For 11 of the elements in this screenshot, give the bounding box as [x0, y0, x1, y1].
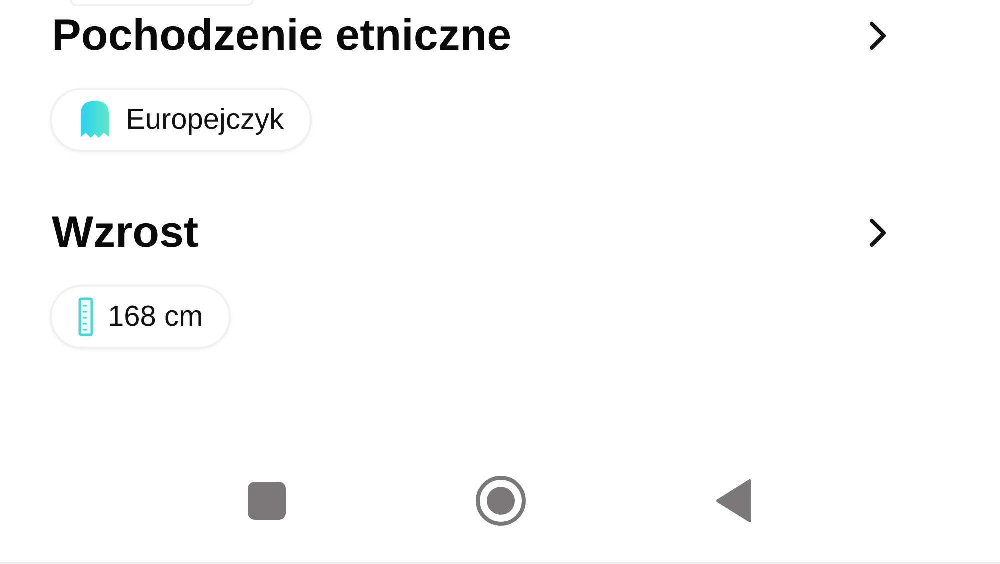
- chip-label: Europejczyk: [126, 104, 284, 136]
- ruler-icon: [78, 297, 94, 337]
- home-icon[interactable]: [475, 475, 527, 527]
- section-title: Pochodzenie etniczne: [52, 11, 512, 61]
- ghost-icon: [78, 100, 112, 140]
- chip-label: 168 cm: [108, 300, 204, 334]
- tag-chip[interactable]: 168 cm: [50, 285, 232, 349]
- back-icon[interactable]: [715, 479, 753, 523]
- section-title: Wzrost: [52, 208, 199, 258]
- square-icon[interactable]: [247, 481, 287, 521]
- tag-chip[interactable]: Europejczyk: [50, 88, 312, 152]
